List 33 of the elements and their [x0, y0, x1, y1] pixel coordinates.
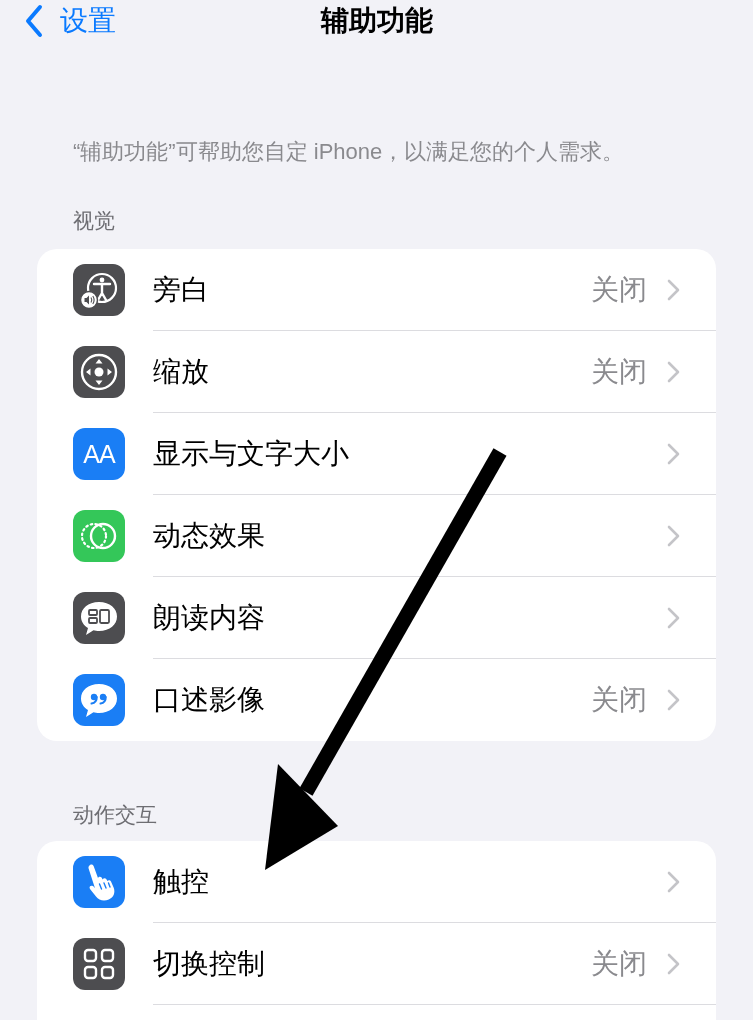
description-text: “辅助功能”可帮助您自定 iPhone，以满足您的个人需求。: [73, 138, 626, 166]
back-button[interactable]: 设置: [24, 4, 116, 38]
chevron-left-icon: [24, 4, 44, 38]
chevron-right-icon: [667, 278, 680, 301]
setting-label[interactable]: 切换控制: [153, 946, 265, 981]
chevron-right-icon: [667, 360, 680, 383]
chevron-right-icon: [667, 524, 680, 547]
dotted-circles-icon: [73, 510, 125, 562]
hand-pointer-icon: [73, 856, 125, 908]
chevron-right-icon: [667, 952, 680, 975]
setting-value: 关闭: [591, 946, 647, 981]
chevron-right-icon: [667, 689, 680, 711]
setting-label[interactable]: 触控: [153, 864, 209, 899]
grid-squares-icon: [73, 938, 125, 990]
speech-bubble-icon: [73, 592, 125, 644]
section-header: 视觉: [73, 209, 115, 232]
setting-value: 关闭: [591, 683, 647, 717]
chevron-right-icon: [667, 870, 680, 893]
setting-label[interactable]: 动态效果: [153, 518, 265, 553]
setting-label[interactable]: 旁白: [153, 272, 209, 307]
text-size-icon: AA: [73, 428, 125, 480]
section-header: 动作交互: [73, 803, 157, 826]
setting-label[interactable]: 口述影像: [153, 683, 265, 717]
setting-label[interactable]: 缩放: [153, 354, 209, 389]
setting-value: 关闭: [591, 272, 647, 307]
chevron-right-icon: [667, 606, 680, 629]
setting-label[interactable]: 朗读内容: [153, 600, 265, 635]
accessibility-person-icon: [73, 264, 125, 316]
quote-bubble-icon: [73, 674, 125, 726]
setting-label[interactable]: 显示与文字大小: [153, 436, 349, 471]
page-title: 辅助功能: [320, 4, 433, 38]
chevron-right-icon: [667, 442, 680, 465]
setting-value: 关闭: [591, 354, 647, 389]
